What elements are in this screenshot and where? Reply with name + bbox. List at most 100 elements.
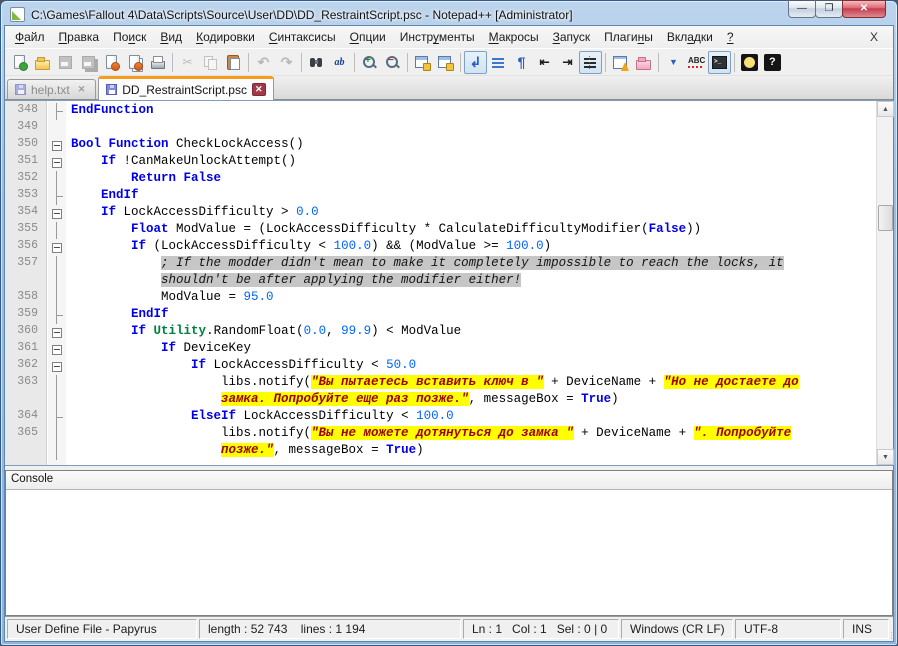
- scroll-up-arrow[interactable]: ▲: [877, 101, 894, 117]
- show-all-chars-icon: [490, 54, 507, 71]
- minimize-button[interactable]: —: [788, 0, 816, 18]
- resize-grip[interactable]: [891, 624, 892, 639]
- fold-toggle-icon[interactable]: [48, 154, 66, 171]
- spell-check-button[interactable]: [685, 51, 708, 74]
- code-text[interactable]: If LockAccessDifficulty < 50.0: [66, 358, 876, 375]
- paragraph-mark-button[interactable]: ¶: [510, 51, 533, 74]
- tab-close-icon[interactable]: ✕: [75, 83, 89, 96]
- code-text[interactable]: ModValue = 95.0: [66, 290, 876, 307]
- code-text[interactable]: EndIf: [66, 188, 876, 205]
- indent-guide-button[interactable]: [579, 51, 602, 74]
- code-text[interactable]: Return False: [66, 171, 876, 188]
- zoom-in-button[interactable]: +: [358, 51, 381, 74]
- menu-item-поиск[interactable]: Поиск: [106, 27, 153, 47]
- menu-item-плагины[interactable]: Плагины: [597, 27, 660, 47]
- code-text[interactable]: If DeviceKey: [66, 341, 876, 358]
- menu-item-кодировки[interactable]: Кодировки: [189, 27, 262, 47]
- menu-item-?[interactable]: ?: [720, 27, 741, 47]
- paste-button[interactable]: [222, 51, 245, 74]
- find-button[interactable]: [305, 51, 328, 74]
- menu-item-правка[interactable]: Правка: [52, 27, 107, 47]
- scroll-down-arrow[interactable]: ▼: [877, 449, 894, 465]
- fold-toggle-icon[interactable]: [48, 239, 66, 256]
- console-output[interactable]: [6, 490, 892, 615]
- code-text[interactable]: shouldn't be after applying the modifier…: [66, 273, 876, 290]
- code-text[interactable]: EndFunction: [66, 103, 876, 120]
- editor: 348EndFunction349350Bool Function CheckL…: [5, 100, 893, 466]
- fold-toggle-icon[interactable]: [48, 324, 66, 341]
- code-text[interactable]: If (LockAccessDifficulty < 100.0) && (Mo…: [66, 239, 876, 256]
- menu-item-запуск[interactable]: Запуск: [546, 27, 598, 47]
- code-text[interactable]: Float ModValue = (LockAccessDifficulty *…: [66, 222, 876, 239]
- replace-button[interactable]: ab: [328, 51, 351, 74]
- tab-DD_RestraintScript.psc[interactable]: DD_RestraintScript.psc✕: [98, 76, 273, 100]
- code-text[interactable]: ElseIf LockAccessDifficulty < 100.0: [66, 409, 876, 426]
- zoom-in-icon: +: [361, 54, 378, 71]
- show-all-chars-button[interactable]: [487, 51, 510, 74]
- doc-switcher-button[interactable]: [632, 51, 655, 74]
- menu-item-вкладки[interactable]: Вкладки: [660, 27, 720, 47]
- save-all-button[interactable]: [77, 51, 100, 74]
- new-file-button[interactable]: [8, 51, 31, 74]
- dropdown-menu-button[interactable]: ▼: [662, 51, 685, 74]
- indent-increase-button[interactable]: ⇥: [556, 51, 579, 74]
- function-list-button[interactable]: [609, 51, 632, 74]
- line-number: 360: [5, 324, 48, 341]
- fold-toggle-icon[interactable]: [48, 205, 66, 222]
- console-toggle-button[interactable]: [708, 51, 731, 74]
- plugin-vaultboy-button[interactable]: [738, 51, 761, 74]
- redo-button[interactable]: ↷: [275, 51, 298, 74]
- scrollbar-thumb[interactable]: [878, 205, 893, 231]
- menu-item-синтаксисы[interactable]: Синтаксисы: [262, 27, 343, 47]
- saved-file-icon: [106, 84, 117, 95]
- vertical-scrollbar[interactable]: ▲ ▼: [876, 101, 893, 465]
- code-text[interactable]: EndIf: [66, 307, 876, 324]
- close-all-button[interactable]: [123, 51, 146, 74]
- cut-button[interactable]: ✂: [176, 51, 199, 74]
- sync-scroll-vertical-icon: [414, 54, 431, 71]
- code-text[interactable]: If !CanMakeUnlockAttempt(): [66, 154, 876, 171]
- close-document-x[interactable]: X: [858, 28, 890, 46]
- code-text[interactable]: позже.", messageBox = True): [66, 443, 876, 460]
- menu-item-макросы[interactable]: Макросы: [482, 27, 546, 47]
- code-pane[interactable]: 348EndFunction349350Bool Function CheckL…: [5, 101, 876, 465]
- code-line-359: 359 EndIf: [5, 307, 876, 324]
- code-text[interactable]: [66, 120, 876, 137]
- line-number: 354: [5, 205, 48, 222]
- code-text[interactable]: Bool Function CheckLockAccess(): [66, 137, 876, 154]
- close-all-icon: [126, 54, 143, 71]
- zoom-out-button[interactable]: −: [381, 51, 404, 74]
- code-text[interactable]: If LockAccessDifficulty > 0.0: [66, 205, 876, 222]
- print-button[interactable]: [146, 51, 169, 74]
- line-number: 361: [5, 341, 48, 358]
- tab-help.txt[interactable]: help.txt ✕: [7, 79, 96, 99]
- copy-button[interactable]: [199, 51, 222, 74]
- close-file-button[interactable]: [100, 51, 123, 74]
- close-button[interactable]: ✕: [842, 0, 886, 18]
- word-wrap-button[interactable]: ↲: [464, 51, 487, 74]
- menu-item-вид[interactable]: Вид: [153, 27, 189, 47]
- menu-item-опции[interactable]: Опции: [343, 27, 393, 47]
- tab-label: help.txt: [31, 83, 70, 97]
- open-file-button[interactable]: [31, 51, 54, 74]
- indent-decrease-button[interactable]: ⇤: [533, 51, 556, 74]
- code-text[interactable]: libs.notify("Вы не можете дотянуться до …: [66, 426, 876, 443]
- sync-scroll-horizontal-button[interactable]: [434, 51, 457, 74]
- maximize-button[interactable]: ❐: [815, 0, 843, 18]
- sync-scroll-vertical-button[interactable]: [411, 51, 434, 74]
- code-text[interactable]: ; If the modder didn't mean to make it c…: [66, 256, 876, 273]
- plugin-help-button[interactable]: [761, 51, 784, 74]
- code-line-358: 358 ModValue = 95.0: [5, 290, 876, 307]
- code-text[interactable]: libs.notify("Вы пытаетесь вставить ключ …: [66, 375, 876, 392]
- code-text[interactable]: замка. Попробуйте еще раз позже.", messa…: [66, 392, 876, 409]
- code-text[interactable]: If Utility.RandomFloat(0.0, 99.9) < ModV…: [66, 324, 876, 341]
- undo-button[interactable]: ↶: [252, 51, 275, 74]
- save-button[interactable]: [54, 51, 77, 74]
- fold-toggle-icon[interactable]: [48, 137, 66, 154]
- menu-item-файл[interactable]: Файл: [8, 27, 52, 47]
- menu-item-инструменты[interactable]: Инструменты: [393, 27, 482, 47]
- fold-mark: [48, 256, 66, 273]
- tab-close-icon[interactable]: ✕: [252, 83, 266, 96]
- fold-toggle-icon[interactable]: [48, 358, 66, 375]
- fold-toggle-icon[interactable]: [48, 341, 66, 358]
